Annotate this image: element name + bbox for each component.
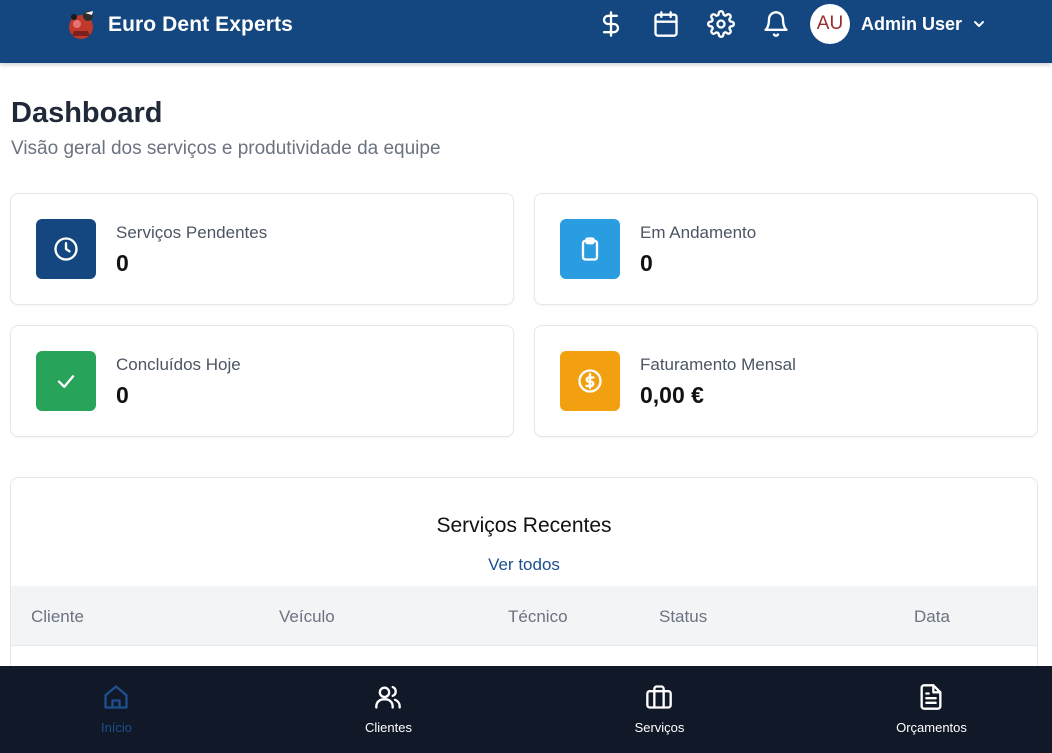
nav-label: Início xyxy=(100,720,133,735)
nav-label: Orçamentos xyxy=(896,720,967,735)
stat-card-completed-today: Concluídos Hoje 0 xyxy=(10,325,514,437)
stat-card-in-progress: Em Andamento 0 xyxy=(534,193,1038,305)
clock-icon xyxy=(36,219,96,279)
avatar: AU xyxy=(810,4,850,44)
nav-label: Serviços xyxy=(634,720,685,735)
table-header: Cliente Veículo Técnico Status Data xyxy=(11,586,1037,646)
stat-label: Serviços Pendentes xyxy=(116,223,268,242)
user-name: Admin User xyxy=(861,13,963,34)
coin-icon xyxy=(560,351,620,411)
bottom-nav: Início Clientes Serviços Orçamentos xyxy=(0,666,1052,753)
stat-card-monthly-revenue: Faturamento Mensal 0,00 € xyxy=(534,325,1038,437)
recent-services-panel: Serviços Recentes Ver todos Cliente Veíc… xyxy=(10,477,1038,677)
top-bar: Euro Dent Experts AU Admin User xyxy=(0,0,1052,63)
stat-value: 0,00 € xyxy=(640,382,704,408)
stat-label: Concluídos Hoje xyxy=(116,355,241,374)
logo xyxy=(69,11,93,39)
section-title: Serviços Recentes xyxy=(436,514,612,537)
nav-item-servicos[interactable]: Serviços xyxy=(528,666,791,753)
nav-label: Clientes xyxy=(365,720,412,735)
user-menu[interactable]: AU Admin User xyxy=(810,4,987,44)
nav-item-clientes[interactable]: Clientes xyxy=(257,666,520,753)
stat-card-pending: Serviços Pendentes 0 xyxy=(10,193,514,305)
gear-icon[interactable] xyxy=(702,5,740,43)
view-all-link[interactable]: Ver todos xyxy=(11,555,1037,575)
briefcase-icon xyxy=(646,685,672,709)
nav-item-orcamentos[interactable]: Orçamentos xyxy=(800,666,1052,753)
page-subtitle: Visão geral dos serviços e produtividade… xyxy=(11,138,441,159)
check-icon xyxy=(36,351,96,411)
chevron-down-icon xyxy=(974,21,985,27)
stat-value: 0 xyxy=(116,382,129,408)
users-icon xyxy=(375,685,401,709)
column-header-data[interactable]: Data xyxy=(914,607,950,627)
column-header-veiculo[interactable]: Veículo xyxy=(279,607,335,627)
brand-name: Euro Dent Experts xyxy=(108,13,293,36)
stat-value: 0 xyxy=(640,250,653,276)
nav-item-inicio[interactable]: Início xyxy=(0,666,248,753)
page-title: Dashboard xyxy=(11,97,163,129)
bell-icon[interactable] xyxy=(757,5,795,43)
column-header-tecnico[interactable]: Técnico xyxy=(508,607,568,627)
dollar-icon[interactable] xyxy=(592,5,630,43)
calendar-icon[interactable] xyxy=(647,5,685,43)
stat-label: Em Andamento xyxy=(640,223,757,242)
stat-value: 0 xyxy=(116,250,129,276)
document-icon xyxy=(920,684,942,710)
clipboard-icon xyxy=(560,219,620,279)
column-header-cliente[interactable]: Cliente xyxy=(31,607,84,627)
home-icon xyxy=(104,685,128,709)
column-header-status[interactable]: Status xyxy=(659,607,707,627)
stat-label: Faturamento Mensal xyxy=(640,355,796,374)
brand[interactable]: Euro Dent Experts xyxy=(64,5,293,45)
